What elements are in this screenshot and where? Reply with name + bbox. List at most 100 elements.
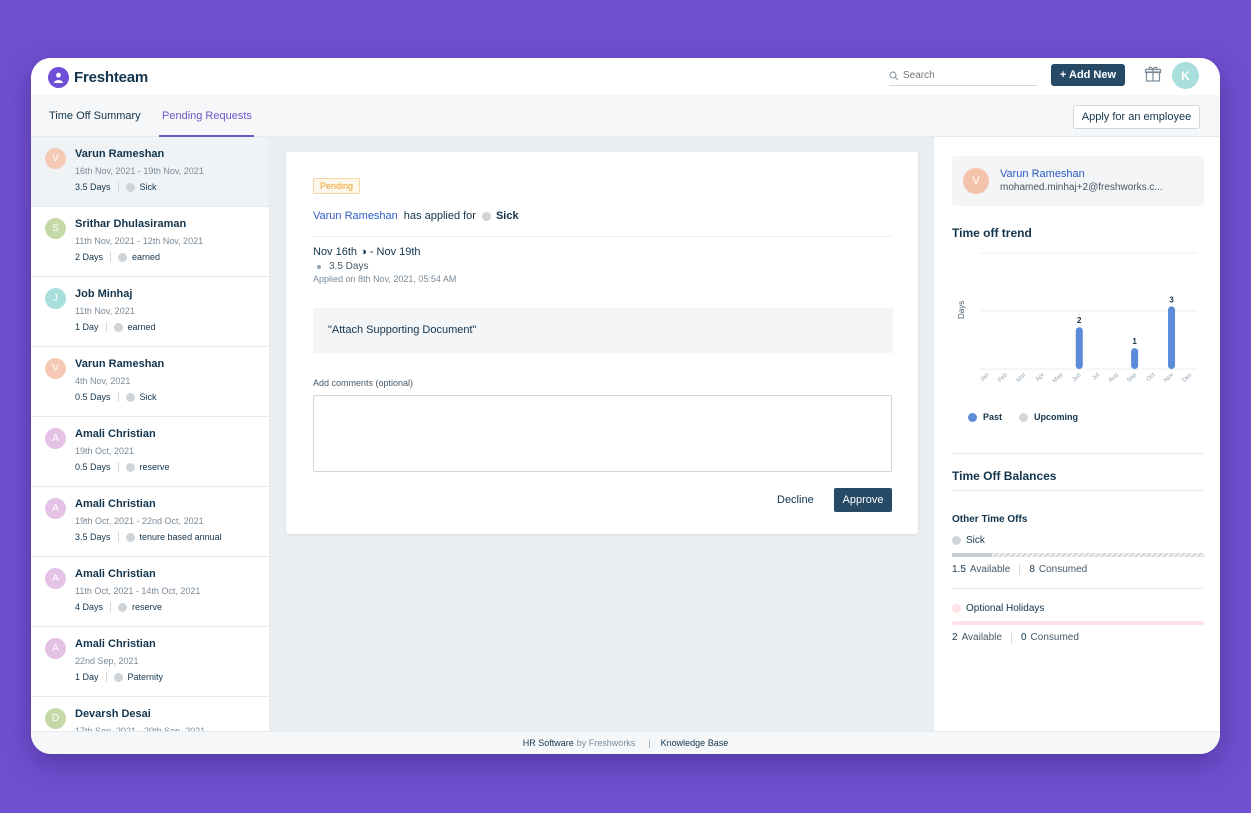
separator [1010,632,1012,643]
chart-tick-label: May [1052,372,1064,384]
request-days: 3.5 Days [75,182,111,192]
decline-button[interactable]: Decline [771,488,820,512]
balances-title: Time Off Balances [952,469,1057,483]
employee-name[interactable]: Varun Rameshan [1000,168,1085,180]
leave-type-dot-icon [118,602,128,612]
request-leave-type: Paternity [127,672,164,682]
request-dates: 16th Nov, 2021 - 19th Nov, 2021 [75,166,204,176]
request-meta: 4 Days reserve [75,602,162,612]
gift-icon[interactable] [1144,65,1162,83]
footer: HR Software by Freshworks | Knowledge Ba… [31,731,1220,754]
request-list-item[interactable]: S Srithar Dhulasiraman 11th Nov, 2021 - 12… [31,207,269,277]
request-days: 0.5 Days [75,462,111,472]
request-dates: 4th Nov, 2021 [75,376,131,386]
request-employee-name: Amali Christian [75,498,156,510]
chart-tick-label: Jan [979,372,990,383]
footer-knowledge-base-link[interactable]: Knowledge Base [661,738,729,748]
add-new-button[interactable]: + Add New [1051,64,1125,86]
request-list-item[interactable]: J Job Minhaj 11th Nov, 2021 1 Day earned [31,277,269,347]
request-days: 0.5 Days [75,392,111,402]
user-avatar[interactable]: K [1172,62,1199,89]
footer-hr-software-link[interactable]: HR Software [523,738,574,748]
balance-optional-holidays: Optional Holidays [952,603,1044,614]
chart-data-label: 3 [1169,295,1174,304]
time-off-trend-title: Time off trend [952,226,1032,240]
request-list-item[interactable]: D Devarsh Desai 17th Sep, 2021 - 20th Sep,… [31,697,269,731]
search-input[interactable] [903,70,1023,81]
applied-for-text: has applied for [403,210,476,222]
footer-by-freshworks: by Freshworks [576,738,636,748]
available-label: Available [961,632,1002,643]
request-dates: 22nd Sep, 2021 [75,656,139,666]
sick-balance-bar [952,553,1204,557]
employee-card[interactable]: V Varun Rameshan mohamed.minhaj+2@freshw… [952,156,1204,206]
chart-legend: Past Upcoming [968,412,1095,422]
avatar: V [45,358,66,379]
request-days: 1 Day [75,322,99,332]
separator [117,182,119,192]
chart-tick-label: Jun [1072,372,1083,383]
request-list-item[interactable]: A Amali Christian 22nd Sep, 2021 1 Day Pater… [31,627,269,697]
request-list-item[interactable]: A Amali Christian 19th Oct, 2021 - 22nd Oc… [31,487,269,557]
avatar: A [45,638,66,659]
sick-dot-icon [952,536,961,545]
apply-for-employee-button[interactable]: Apply for an employee [1073,105,1200,129]
employee-email: mohamed.minhaj+2@freshworks.c... [1000,182,1163,193]
applied-line: Varun Rameshan has applied for Sick [313,210,519,222]
past-dot-icon [968,412,977,422]
approve-button[interactable]: Approve [834,488,892,512]
optional-holidays-dot-icon [952,604,961,613]
brand-name: Freshteam [74,69,149,86]
consumed-label: Consumed [1038,564,1088,575]
time-off-trend-chart: Days Jan Feb Mar Apr May 2 Jun Jul Aug 1 Sep Oct 3 Nov… [957,252,1197,384]
separator [110,252,112,262]
request-meta: 0.5 Days reserve [75,462,170,472]
avatar: D [45,708,66,729]
request-employee-name: Amali Christian [75,638,156,650]
tab-time-off-summary[interactable]: Time Off Summary [49,110,141,122]
request-leave-type: earned [132,252,161,262]
request-meta: 3.5 Days Sick [75,182,157,192]
leave-type-dot-icon [125,462,135,472]
request-meta: 3.5 Days tenure based annual [75,532,222,542]
comments-field[interactable] [313,395,892,472]
request-list-item[interactable]: A Amali Christian 19th Oct, 2021 0.5 Days re… [31,417,269,487]
tab-pending-requests[interactable]: Pending Requests [162,110,252,122]
separator [1019,564,1021,575]
other-time-offs-title: Other Time Offs [952,514,1028,525]
request-list-item[interactable]: V Varun Rameshan 4th Nov, 2021 0.5 Days Sick [31,347,269,417]
request-employee-name: Job Minhaj [75,288,133,300]
divider [952,490,1204,491]
request-list-item[interactable]: A Amali Christian 11th Oct, 2021 - 14th Oc… [31,557,269,627]
request-detail-pane: Pending Varun Rameshan has applied for S… [270,137,933,731]
available-value: 1.5 [952,564,966,575]
leave-type-dot-icon [125,392,135,402]
chart-tick-label: Oct [1146,372,1157,383]
request-leave-type: Sick [139,392,157,402]
avatar: V [963,168,989,194]
request-dates: 11th Oct, 2021 - 14th Oct, 2021 [75,586,201,596]
request-list-item[interactable]: V Varun Rameshan 16th Nov, 2021 - 19th Nov… [31,137,269,207]
chart-ylabel: Days [957,301,966,319]
chart-tick-label: Nov [1163,372,1175,384]
chart-tick-label: Dec [1182,372,1194,384]
chart-tick-label: Feb [997,372,1009,384]
request-meta: 1 Day Paternity [75,672,163,682]
request-employee-name: Amali Christian [75,428,156,440]
employee-link[interactable]: Varun Rameshan [313,210,398,222]
search-box[interactable] [889,66,1037,86]
consumed-label: Consumed [1030,632,1079,643]
request-dates: 19th Oct, 2021 [75,446,135,456]
request-days: 2 Days [75,252,104,262]
request-days: 4 Days [75,602,104,612]
leave-date-range: Nov 16th ◑ - Nov 19th [313,246,421,258]
separator [117,392,119,402]
logo[interactable]: Freshteam [48,67,148,88]
balance-name: Optional Holidays [966,603,1045,614]
divider [952,453,1204,454]
sick-balance-numbers: 1.5 Available 8 Consumed [952,564,1087,575]
search-icon [889,70,899,80]
avatar: V [45,148,66,169]
footer-separator: | [648,738,651,748]
optional-holidays-balance-numbers: 2 Available 0 Consumed [952,632,1079,643]
